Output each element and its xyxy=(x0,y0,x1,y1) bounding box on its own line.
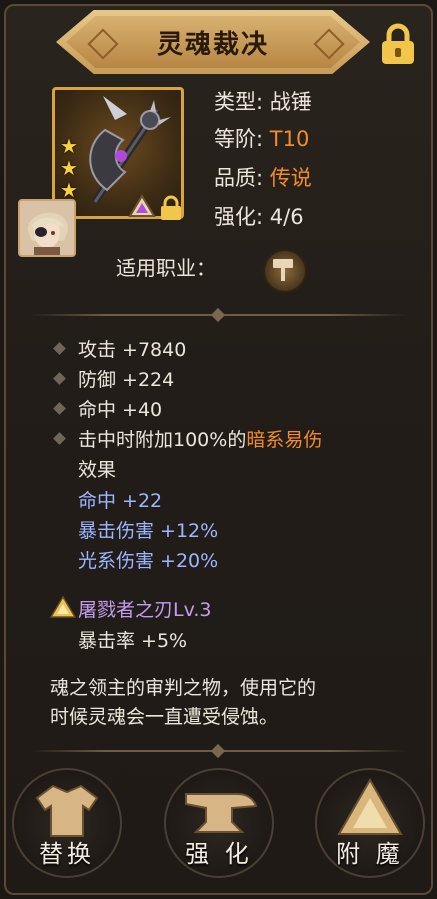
enhance-row: 强化: 4/6 xyxy=(214,201,304,231)
star-rating: ★ ★ ★ xyxy=(60,135,78,201)
hammer-glyph xyxy=(273,259,293,281)
skill-effect: 暴击率 +5% xyxy=(78,630,188,652)
type-value: 战锤 xyxy=(269,90,312,114)
tier-label: 等阶: xyxy=(214,127,264,151)
lock-button[interactable] xyxy=(378,22,418,66)
bonus-crit-damage: 暴击伤害 +12% xyxy=(78,520,219,542)
tier-value: T10 xyxy=(269,127,310,151)
bonus-hit: 命中 +22 xyxy=(78,490,163,512)
skill-rank-icon xyxy=(50,596,76,618)
special-effect-prefix: 击中时附加100%的 xyxy=(78,429,247,451)
type-row: 类型: 战锤 xyxy=(214,86,312,116)
enhance-label: 强化: xyxy=(214,205,264,229)
hammer-icon[interactable] xyxy=(263,249,307,293)
padlock-icon xyxy=(382,23,414,64)
stat-hit: 命中 +40 xyxy=(78,399,163,421)
special-effect-suffix: 效果 xyxy=(78,459,117,481)
description-line: 魂之领主的审判之物，使用它的 xyxy=(50,677,317,699)
item-title: 灵魂裁决 xyxy=(156,29,269,60)
anvil-icon xyxy=(185,793,258,833)
special-effect-highlight: 暗系易伤 xyxy=(246,429,323,451)
applicable-class-label: 适用职业： xyxy=(116,256,216,280)
quality-value: 传说 xyxy=(269,166,312,190)
description-line: 时候灵魂会一直遭受侵蚀。 xyxy=(50,706,279,728)
special-effect: 击中时附加100%的暗系易伤 xyxy=(78,425,322,452)
star-icon: ★ xyxy=(60,156,78,180)
star-icon: ★ xyxy=(60,178,78,202)
enhance-button-label: 强 化 xyxy=(185,840,253,868)
skill-name: 屠戮者之刃Lv.3 xyxy=(78,599,212,621)
type-label: 类型: xyxy=(214,90,264,114)
enchant-button[interactable]: 附 魔 xyxy=(315,768,425,886)
quality-row: 品质: 传说 xyxy=(214,162,312,192)
enchant-button-label: 附 魔 xyxy=(336,840,404,868)
stat-defense: 防御 +224 xyxy=(78,369,175,391)
enhance-value: 4/6 xyxy=(269,205,304,229)
enhance-button[interactable]: 强 化 xyxy=(164,768,274,886)
bonus-light-damage: 光系伤害 +20% xyxy=(78,550,219,572)
armor-icon xyxy=(35,784,99,837)
quality-label: 品质: xyxy=(214,166,264,190)
tier-row: 等阶: T10 xyxy=(214,123,309,153)
replace-button[interactable]: 替换 xyxy=(12,768,122,886)
enchant-triangle-icon xyxy=(337,777,403,835)
item-description: 魂之领主的审判之物，使用它的 时候灵魂会一直遭受侵蚀。 xyxy=(50,674,316,732)
star-icon: ★ xyxy=(60,134,78,158)
replace-button-label: 替换 xyxy=(39,840,95,868)
character-portrait-icon xyxy=(20,201,74,255)
rank-lock-badge xyxy=(128,194,181,220)
hero-avatar[interactable] xyxy=(18,199,76,257)
stat-attack: 攻击 +7840 xyxy=(78,339,187,361)
